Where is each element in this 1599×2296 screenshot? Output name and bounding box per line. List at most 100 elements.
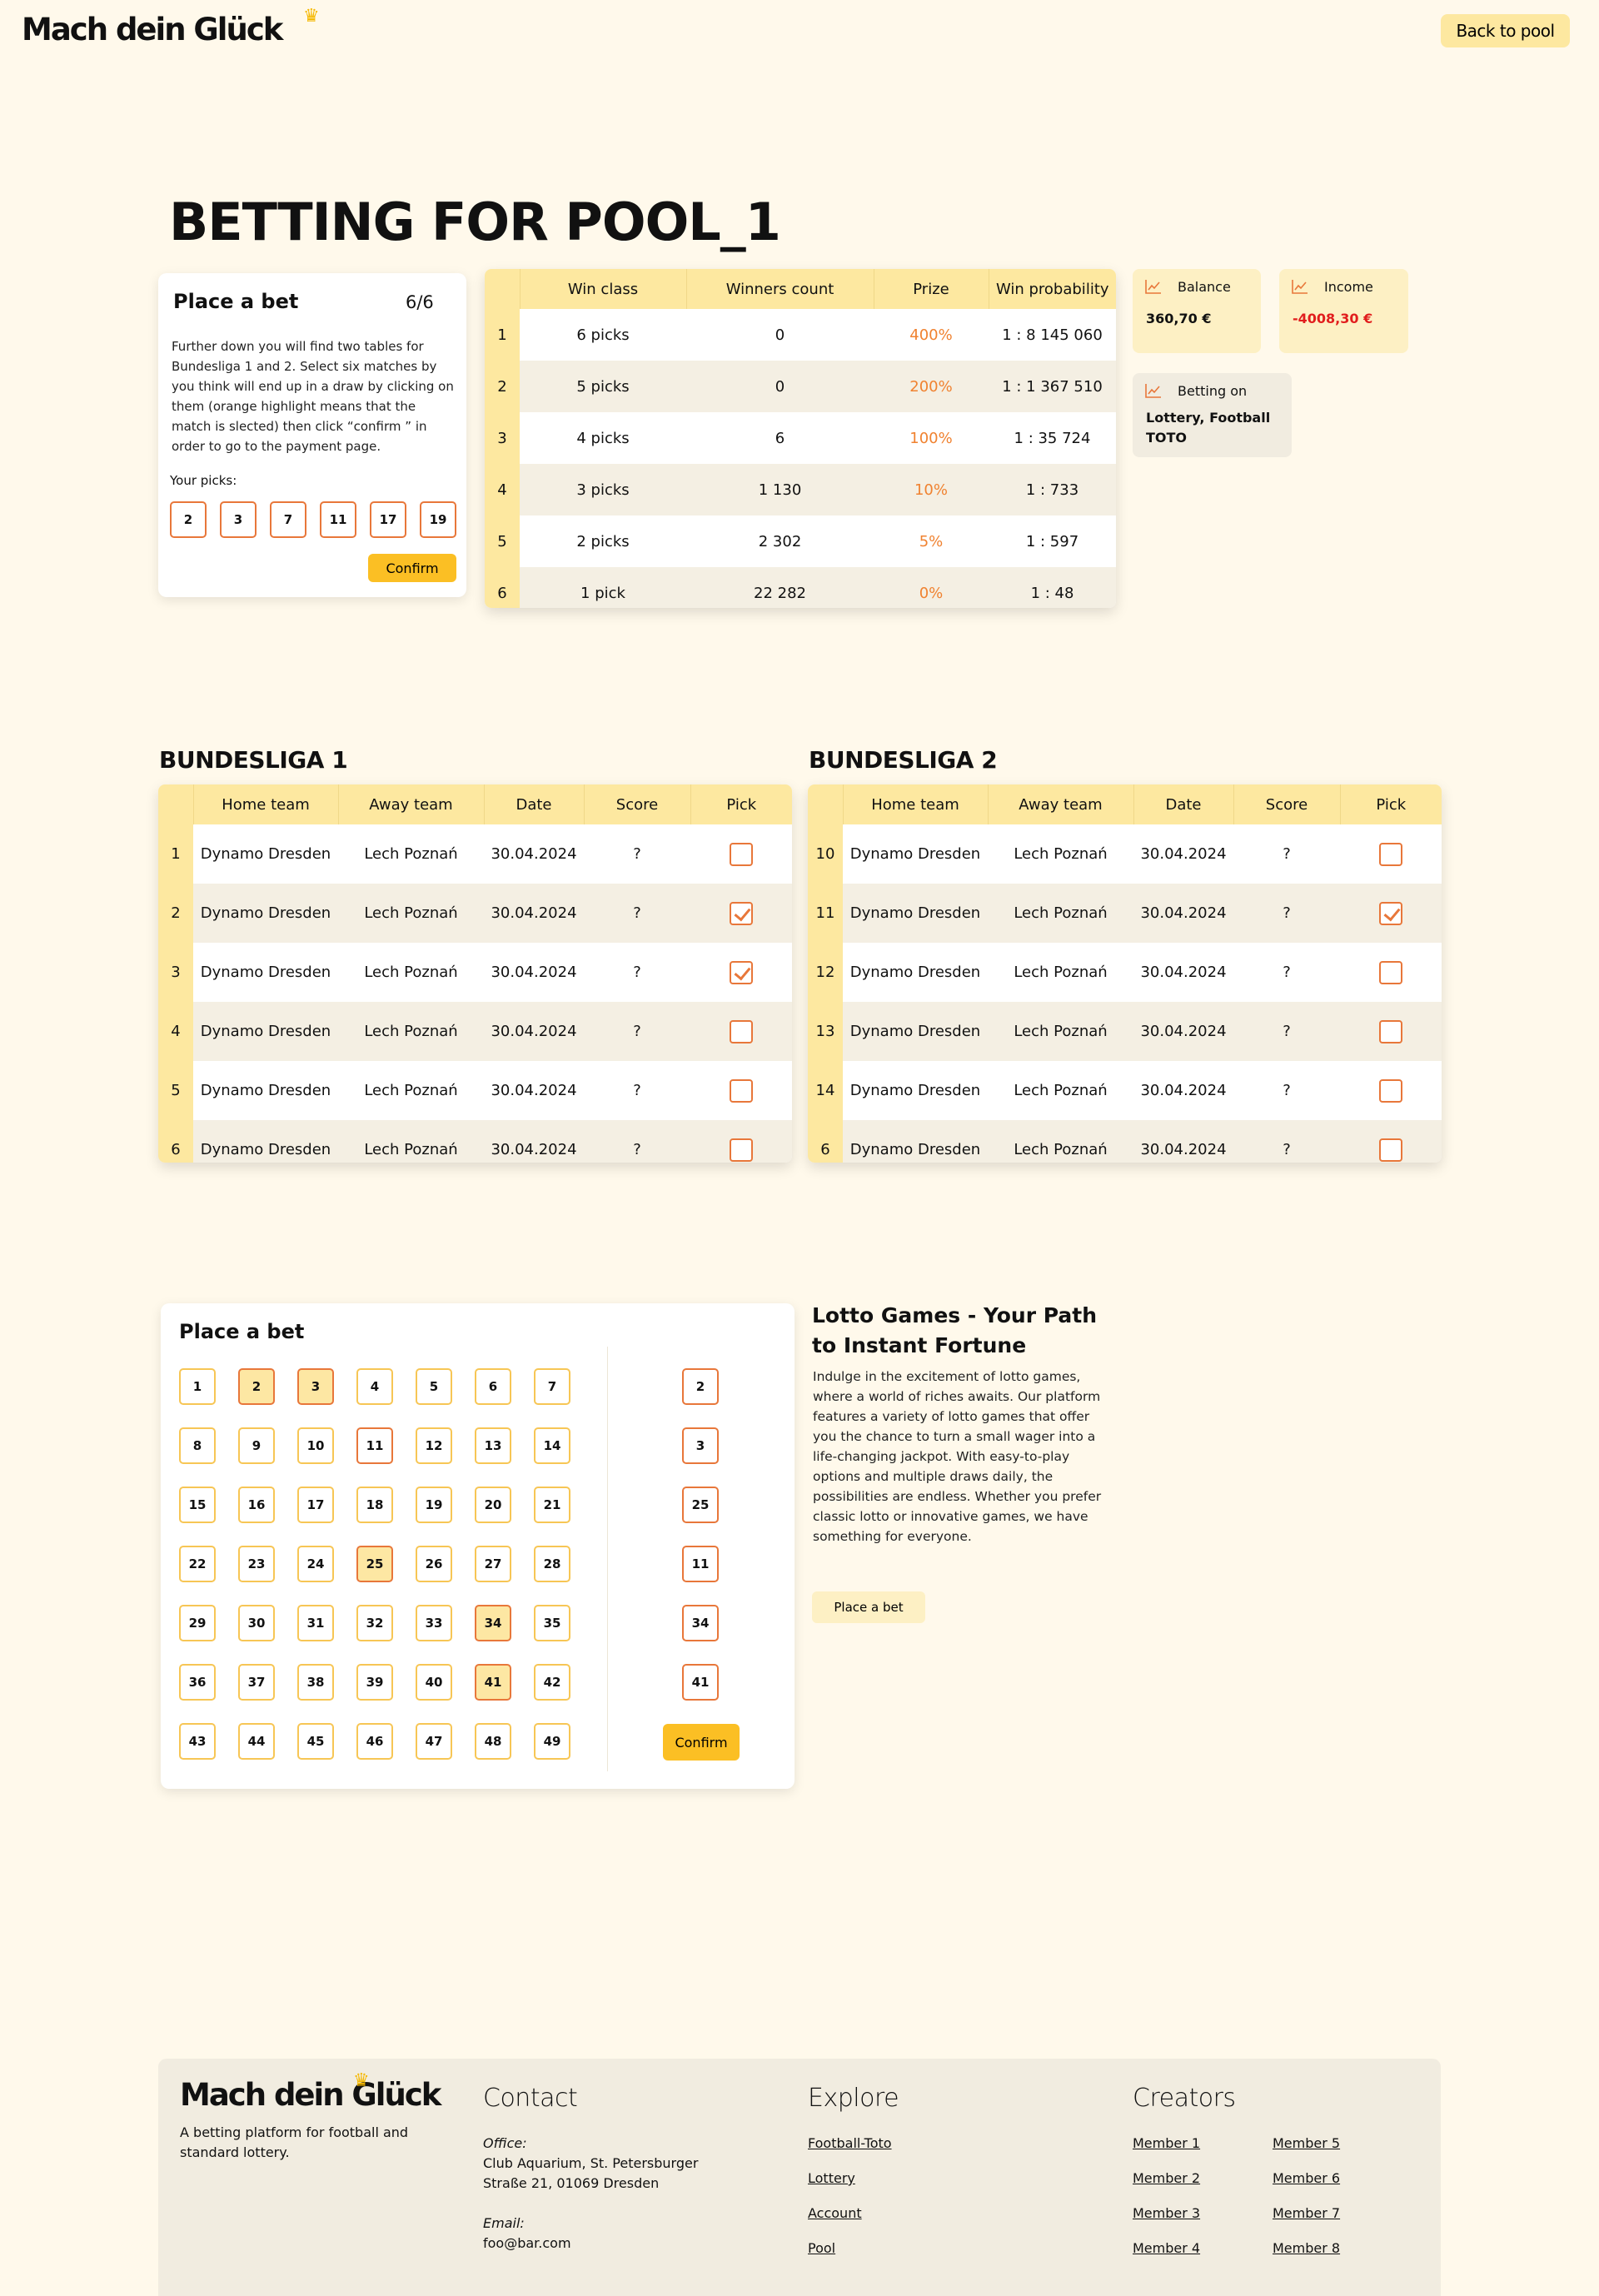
lotto-number[interactable]: 35 bbox=[534, 1605, 570, 1641]
lotto-number[interactable]: 24 bbox=[297, 1546, 334, 1582]
lotto-number[interactable]: 44 bbox=[238, 1723, 275, 1760]
lotto-number[interactable]: 15 bbox=[179, 1487, 216, 1523]
confirm-lotto-button[interactable]: Confirm bbox=[663, 1724, 740, 1761]
confirm-picks-button[interactable]: Confirm bbox=[368, 554, 456, 582]
lotto-number[interactable]: 3 bbox=[297, 1368, 334, 1405]
lotto-number[interactable]: 31 bbox=[297, 1605, 334, 1641]
lotto-number[interactable]: 33 bbox=[416, 1605, 452, 1641]
lotto-number[interactable]: 11 bbox=[356, 1427, 393, 1464]
pick-checkbox[interactable] bbox=[730, 1078, 753, 1103]
pick-chip[interactable]: 17 bbox=[370, 501, 406, 538]
pick-checkbox[interactable] bbox=[730, 901, 753, 925]
pick-checkbox[interactable] bbox=[730, 842, 753, 866]
pick-cell bbox=[1340, 884, 1442, 943]
footer-link-member[interactable]: Member 8 bbox=[1273, 2240, 1340, 2256]
pick-chip[interactable]: 19 bbox=[420, 501, 456, 538]
lotto-number[interactable]: 22 bbox=[179, 1546, 216, 1582]
crown-icon: ♛ bbox=[303, 6, 320, 27]
place-bet-button[interactable]: Place a bet bbox=[812, 1591, 925, 1623]
lotto-number[interactable]: 45 bbox=[297, 1723, 334, 1760]
lotto-number[interactable]: 36 bbox=[179, 1664, 216, 1701]
lotto-number[interactable]: 8 bbox=[179, 1427, 216, 1464]
pick-checkbox[interactable] bbox=[1379, 1019, 1402, 1043]
pick-checkbox[interactable] bbox=[730, 1138, 753, 1162]
footer-link-member[interactable]: Member 3 bbox=[1133, 2205, 1200, 2221]
lotto-number[interactable]: 49 bbox=[534, 1723, 570, 1760]
selected-number[interactable]: 41 bbox=[682, 1664, 719, 1701]
lotto-number[interactable]: 13 bbox=[475, 1427, 511, 1464]
lotto-number[interactable]: 10 bbox=[297, 1427, 334, 1464]
footer-link-member[interactable]: Member 5 bbox=[1273, 2135, 1340, 2151]
pick-checkbox[interactable] bbox=[730, 1019, 753, 1043]
pick-checkbox[interactable] bbox=[1379, 842, 1402, 866]
home-team-cell: Dynamo Dresden bbox=[193, 1002, 338, 1061]
lotto-number[interactable]: 16 bbox=[238, 1487, 275, 1523]
pick-chip[interactable]: 7 bbox=[270, 501, 306, 538]
lotto-number[interactable]: 4 bbox=[356, 1368, 393, 1405]
lotto-number[interactable]: 37 bbox=[238, 1664, 275, 1701]
footer-link-member[interactable]: Member 4 bbox=[1133, 2240, 1200, 2256]
footer-link-account[interactable]: Account bbox=[808, 2205, 862, 2221]
pick-chip[interactable]: 11 bbox=[320, 501, 356, 538]
lotto-number[interactable]: 46 bbox=[356, 1723, 393, 1760]
email-value[interactable]: foo@bar.com bbox=[483, 2234, 571, 2254]
pick-checkbox[interactable] bbox=[1379, 1078, 1402, 1103]
lotto-number[interactable]: 42 bbox=[534, 1664, 570, 1701]
footer-link-lottery[interactable]: Lottery bbox=[808, 2170, 855, 2186]
pick-checkbox[interactable] bbox=[730, 960, 753, 984]
selected-number[interactable]: 34 bbox=[682, 1605, 719, 1641]
pick-checkbox[interactable] bbox=[1379, 960, 1402, 984]
lotto-number[interactable]: 27 bbox=[475, 1546, 511, 1582]
date-cell: 30.04.2024 bbox=[1140, 1082, 1227, 1099]
pick-chip[interactable]: 2 bbox=[170, 501, 207, 538]
footer-logo[interactable]: Mach dein Glück ♛ bbox=[180, 2070, 441, 2113]
site-logo[interactable]: Mach dein Glück ♛ bbox=[22, 6, 320, 47]
lotto-number[interactable]: 29 bbox=[179, 1605, 216, 1641]
lotto-number[interactable]: 25 bbox=[356, 1546, 393, 1582]
pick-cell bbox=[1340, 1120, 1442, 1163]
selected-number[interactable]: 11 bbox=[682, 1546, 719, 1582]
lotto-number[interactable]: 39 bbox=[356, 1664, 393, 1701]
lotto-number[interactable]: 19 bbox=[416, 1487, 452, 1523]
lotto-number[interactable]: 28 bbox=[534, 1546, 570, 1582]
footer-link-member[interactable]: Member 7 bbox=[1273, 2205, 1340, 2221]
footer-link-member[interactable]: Member 1 bbox=[1133, 2135, 1200, 2151]
lotto-number[interactable]: 2 bbox=[238, 1368, 275, 1405]
date-cell: 30.04.2024 bbox=[484, 1002, 584, 1061]
back-to-pool-button[interactable]: Back to pool bbox=[1441, 14, 1570, 47]
lotto-number[interactable]: 41 bbox=[475, 1664, 511, 1701]
pick-checkbox[interactable] bbox=[1379, 901, 1402, 925]
selected-number[interactable]: 2 bbox=[682, 1368, 719, 1405]
footer-link-pool[interactable]: Pool bbox=[808, 2240, 835, 2256]
lotto-number[interactable]: 48 bbox=[475, 1723, 511, 1760]
col-header: Away team bbox=[988, 784, 1134, 824]
lotto-number[interactable]: 7 bbox=[534, 1368, 570, 1405]
lotto-number[interactable]: 43 bbox=[179, 1723, 216, 1760]
lotto-number[interactable]: 5 bbox=[416, 1368, 452, 1405]
selected-number[interactable]: 3 bbox=[682, 1427, 719, 1464]
lotto-number[interactable]: 38 bbox=[297, 1664, 334, 1701]
footer-link-football-toto[interactable]: Football-Toto bbox=[808, 2135, 892, 2151]
lotto-number[interactable]: 26 bbox=[416, 1546, 452, 1582]
lotto-number[interactable]: 17 bbox=[297, 1487, 334, 1523]
pick-chip[interactable]: 3 bbox=[220, 501, 257, 538]
lotto-number[interactable]: 21 bbox=[534, 1487, 570, 1523]
lotto-number[interactable]: 9 bbox=[238, 1427, 275, 1464]
lotto-number[interactable]: 14 bbox=[534, 1427, 570, 1464]
lotto-number[interactable]: 18 bbox=[356, 1487, 393, 1523]
lotto-number[interactable]: 12 bbox=[416, 1427, 452, 1464]
lotto-number[interactable]: 23 bbox=[238, 1546, 275, 1582]
income-value: -4008,30 € bbox=[1293, 311, 1373, 326]
lotto-number[interactable]: 1 bbox=[179, 1368, 216, 1405]
lotto-number[interactable]: 30 bbox=[238, 1605, 275, 1641]
lotto-number[interactable]: 6 bbox=[475, 1368, 511, 1405]
pick-checkbox[interactable] bbox=[1379, 1138, 1402, 1162]
footer-link-member[interactable]: Member 2 bbox=[1133, 2170, 1200, 2186]
lotto-number[interactable]: 40 bbox=[416, 1664, 452, 1701]
lotto-number[interactable]: 34 bbox=[475, 1605, 511, 1641]
lotto-number[interactable]: 20 bbox=[475, 1487, 511, 1523]
selected-number[interactable]: 25 bbox=[682, 1487, 719, 1523]
lotto-number[interactable]: 32 bbox=[356, 1605, 393, 1641]
footer-link-member[interactable]: Member 6 bbox=[1273, 2170, 1340, 2186]
lotto-number[interactable]: 47 bbox=[416, 1723, 452, 1760]
